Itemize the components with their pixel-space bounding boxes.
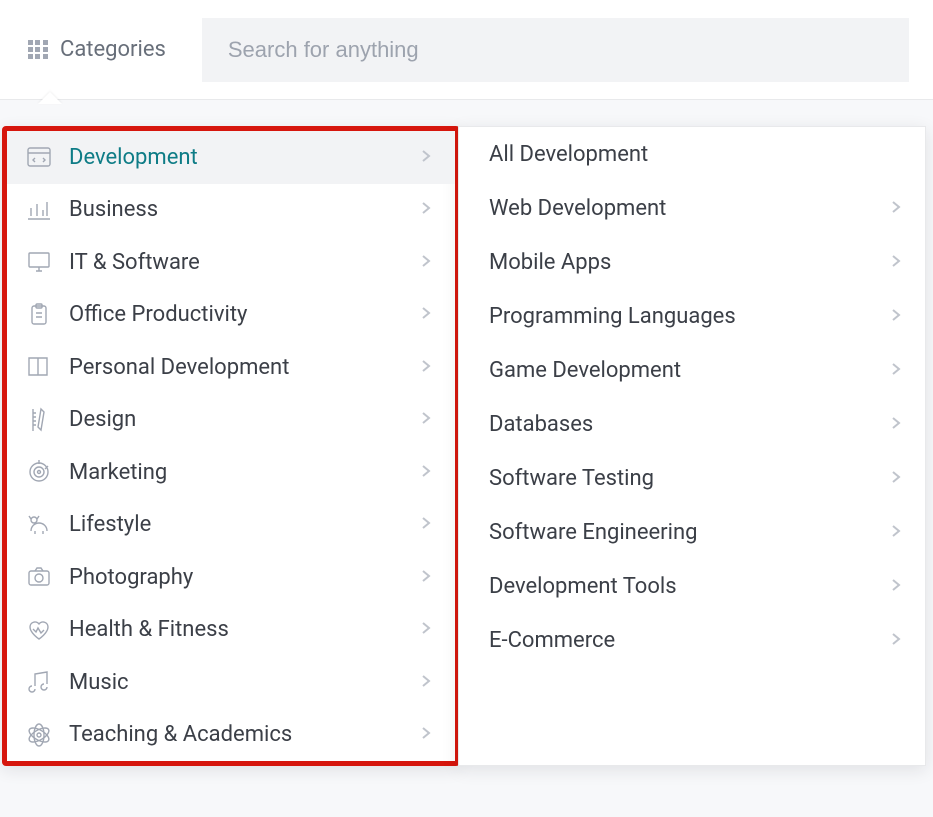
category-label: Business — [69, 197, 419, 222]
category-label: Lifestyle — [69, 512, 419, 537]
search-input[interactable] — [228, 37, 883, 63]
chevron-right-icon — [419, 252, 433, 273]
category-label: Music — [69, 670, 419, 695]
category-label: IT & Software — [69, 250, 419, 275]
category-label: Photography — [69, 565, 419, 590]
category-item[interactable]: Design — [7, 394, 455, 447]
subcategory-label: Game Development — [489, 358, 889, 383]
subcategory-label: Development Tools — [489, 574, 889, 599]
subcategory-label: Web Development — [489, 196, 889, 221]
bar-chart-icon — [25, 196, 69, 224]
subcategory-label: Software Testing — [489, 466, 889, 491]
categories-panel: Development Business IT & Software Office P… — [2, 126, 460, 766]
category-item[interactable]: Photography — [7, 551, 455, 604]
subcategory-item[interactable]: Development Tools — [459, 559, 925, 613]
code-icon — [25, 143, 69, 171]
category-label: Teaching & Academics — [69, 722, 419, 747]
subcategory-item[interactable]: Databases — [459, 397, 925, 451]
subcategory-label: E-Commerce — [489, 628, 889, 653]
heart-icon — [25, 616, 69, 644]
chevron-right-icon — [889, 576, 903, 597]
chevron-right-icon — [419, 619, 433, 640]
category-item[interactable]: Business — [7, 184, 455, 237]
category-label: Health & Fitness — [69, 617, 419, 642]
subcategory-item[interactable]: Web Development — [459, 181, 925, 235]
subcategory-label: Programming Languages — [489, 304, 889, 329]
dropdown-caret — [38, 92, 62, 104]
camera-icon — [25, 563, 69, 591]
chevron-right-icon — [419, 199, 433, 220]
category-item[interactable]: Office Productivity — [7, 289, 455, 342]
subcategory-item[interactable]: Software Testing — [459, 451, 925, 505]
category-label: Development — [69, 145, 419, 170]
category-item[interactable]: Music — [7, 656, 455, 709]
topbar: Categories — [0, 0, 933, 100]
chevron-right-icon — [419, 304, 433, 325]
categories-button[interactable]: Categories — [0, 0, 194, 99]
atom-icon — [25, 721, 69, 749]
subcategory-label: Mobile Apps — [489, 250, 889, 275]
chevron-right-icon — [419, 724, 433, 745]
chevron-right-icon — [889, 198, 903, 219]
dropdown-panels: Development Business IT & Software Office P… — [2, 126, 926, 766]
chevron-right-icon — [889, 468, 903, 489]
chevron-right-icon — [419, 409, 433, 430]
music-icon — [25, 668, 69, 696]
category-item[interactable]: Teaching & Academics — [7, 709, 455, 762]
clipboard-icon — [25, 301, 69, 329]
grid-icon — [28, 40, 48, 60]
chevron-right-icon — [419, 147, 433, 168]
search-container — [202, 18, 909, 82]
chevron-right-icon — [419, 357, 433, 378]
subcategory-label: All Development — [489, 142, 903, 167]
ruler-icon — [25, 406, 69, 434]
chevron-right-icon — [889, 306, 903, 327]
subcategory-label: Databases — [489, 412, 889, 437]
chevron-right-icon — [419, 672, 433, 693]
dog-icon — [25, 511, 69, 539]
subcategory-item[interactable]: Game Development — [459, 343, 925, 397]
subcategory-item[interactable]: Programming Languages — [459, 289, 925, 343]
chevron-right-icon — [419, 567, 433, 588]
category-item[interactable]: Marketing — [7, 446, 455, 499]
subcategory-item[interactable]: Software Engineering — [459, 505, 925, 559]
subcategory-item[interactable]: E-Commerce — [459, 613, 925, 667]
categories-label: Categories — [60, 37, 166, 62]
chevron-right-icon — [889, 252, 903, 273]
subcategory-label: Software Engineering — [489, 520, 889, 545]
category-label: Marketing — [69, 460, 419, 485]
target-icon — [25, 458, 69, 486]
subcategory-item[interactable]: Mobile Apps — [459, 235, 925, 289]
chevron-right-icon — [889, 630, 903, 651]
category-item[interactable]: Development — [7, 131, 455, 184]
chevron-right-icon — [889, 414, 903, 435]
chevron-right-icon — [889, 522, 903, 543]
category-label: Personal Development — [69, 355, 419, 380]
monitor-icon — [25, 248, 69, 276]
category-label: Office Productivity — [69, 302, 419, 327]
subcategories-panel: All Development Web Development Mobile App… — [458, 126, 926, 766]
book-icon — [25, 353, 69, 381]
chevron-right-icon — [419, 514, 433, 535]
category-item[interactable]: IT & Software — [7, 236, 455, 289]
category-item[interactable]: Health & Fitness — [7, 604, 455, 657]
chevron-right-icon — [889, 360, 903, 381]
category-label: Design — [69, 407, 419, 432]
category-item[interactable]: Lifestyle — [7, 499, 455, 552]
chevron-right-icon — [419, 462, 433, 483]
category-item[interactable]: Personal Development — [7, 341, 455, 394]
subcategory-item[interactable]: All Development — [459, 127, 925, 181]
